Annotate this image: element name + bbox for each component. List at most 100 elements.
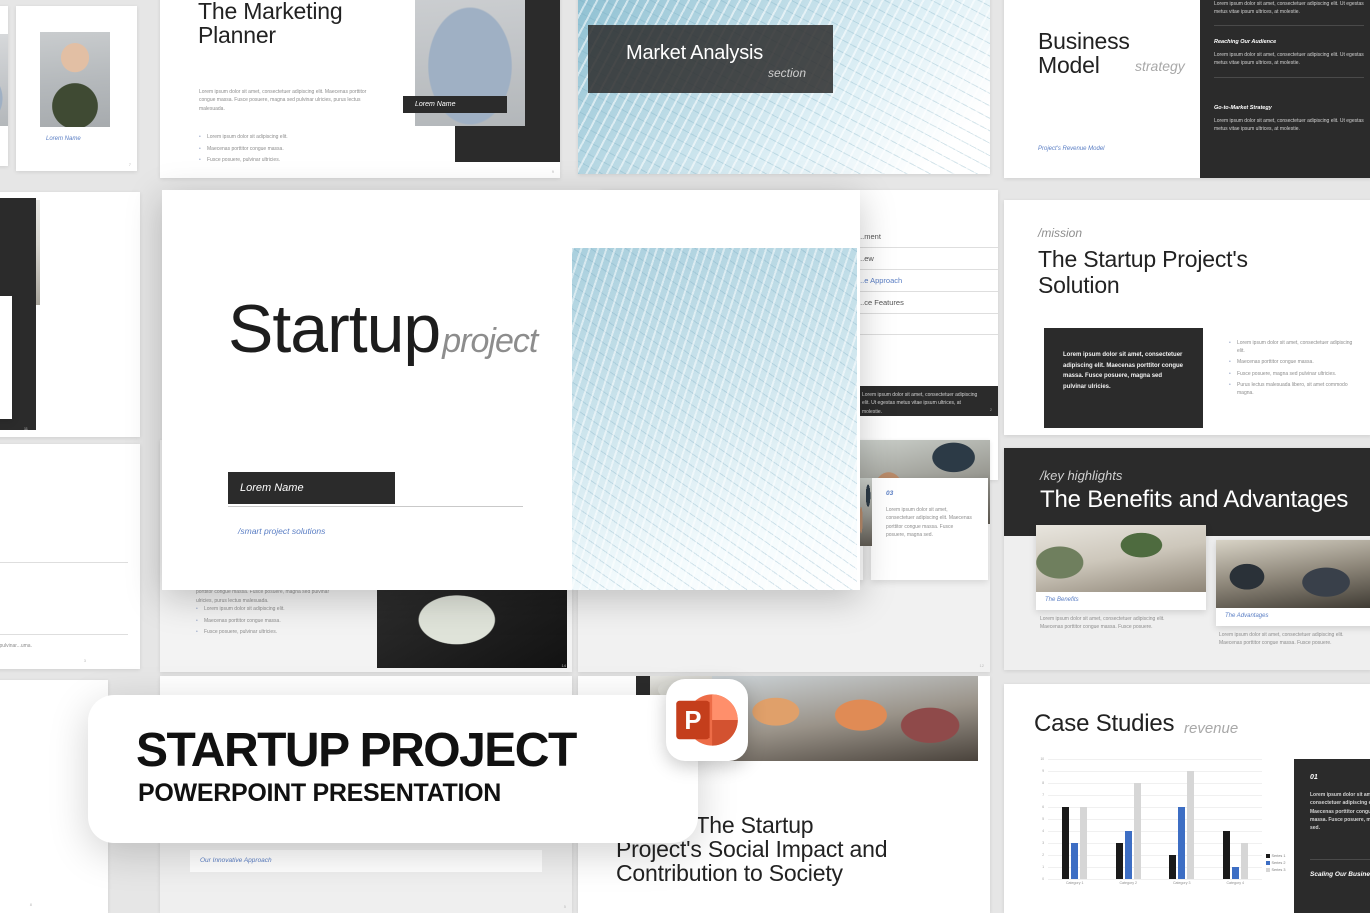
slide-key-highlights[interactable]: /key highlights The Benefits and Advanta… <box>1004 448 1370 670</box>
list-item: Purus lectus malesuada libero, sit amet … <box>1229 382 1354 397</box>
section-title: Market Analysis <box>626 42 764 64</box>
mission-eyebrow: /mission <box>1038 226 1083 240</box>
card-body: Lorem ipsum dolor sit amet, consectetuer… <box>886 507 972 538</box>
social-title-line3: Contribution to Society <box>616 860 843 886</box>
innovative-link-bar[interactable]: Our Innovative Approach <box>190 850 542 872</box>
business-item-body: Lorem ipsum dolor sit amet, consectetuer… <box>1214 52 1364 67</box>
slide-page-number: 14 <box>561 663 566 668</box>
team-name-label: Lorem Name <box>46 136 81 142</box>
left-line: ...s a tellus. <box>0 611 134 624</box>
list-item: Lorem ipsum dolor sit amet, consectetuer… <box>1229 340 1354 355</box>
toc-item[interactable]: ...ment <box>858 226 998 247</box>
chart-y-tick: 8 <box>1042 781 1044 785</box>
hero-title: Startupproject <box>228 290 538 368</box>
chart-plot-area <box>1048 759 1262 879</box>
list-item: Lorem ipsum dolor sit adipiscing elit. <box>199 134 379 142</box>
powerpoint-icon: P <box>666 679 748 761</box>
slide-team-partial-left[interactable] <box>0 6 8 166</box>
list-item: Maecenas porttitor congue massa. <box>196 618 366 626</box>
slide-page-number: 8 <box>29 902 32 907</box>
business-link[interactable]: Project's Revenue Model <box>1038 146 1105 152</box>
left-tail-text: ...congue massa. Fusce posuere, magna se… <box>0 643 32 649</box>
chart-bar <box>1071 843 1079 879</box>
slide-marketing-planner[interactable]: The Marketing Planner Lorem ipsum dolor … <box>160 0 560 178</box>
list-item: Maecenas porttitor congue massa. <box>1229 359 1354 367</box>
card-number: 03 <box>886 490 894 497</box>
legend-label: Series 2 <box>1271 861 1286 865</box>
benefits-text: Lorem ipsum dolor sit amet, consectetuer… <box>1040 616 1165 631</box>
chart-bar <box>1169 855 1177 879</box>
benefits-label: The Benefits <box>1045 597 1079 603</box>
toc-item[interactable]: ...ew <box>858 248 998 269</box>
divider <box>858 334 998 335</box>
chart-legend-item: Series 2 <box>1266 861 1285 865</box>
business-item-body: Lorem ipsum dolor sit amet, consectetuer… <box>1214 118 1364 133</box>
slide-overview-left[interactable]: ...rem ipsum dolor sit amet, ...nsectetu… <box>0 192 140 437</box>
legend-swatch <box>1266 861 1270 865</box>
hero-name-underline <box>228 506 523 507</box>
marketing-name-chip: Lorem Name <box>403 96 507 113</box>
business-item-heading: Go-to-Market Strategy <box>1214 105 1272 111</box>
chart-bar <box>1080 807 1088 879</box>
slide-text-left[interactable]: ...cing elit. Maecenas porttitor ...inar… <box>0 444 140 669</box>
chart-x-axis: Category 1 Category 2 Category 3 Category 4 <box>1048 881 1262 885</box>
banner-subtitle: POWERPOINT PRESENTATION <box>138 779 502 807</box>
slide-page-number: 12 <box>979 663 984 668</box>
toc-item-active[interactable]: ...e Approach <box>858 270 998 291</box>
chart-bar <box>1222 831 1230 879</box>
svg-text:P: P <box>684 707 701 735</box>
chart-y-tick: 10 <box>1040 757 1044 761</box>
slide-business-model[interactable]: Business Model strategy Project's Revenu… <box>1004 0 1370 178</box>
section-subtitle: section <box>768 66 807 80</box>
slide-page-number: 7 <box>128 162 131 167</box>
list-item: Fusce posuere, pulvinar ultricies. <box>199 157 379 165</box>
business-item-body: Lorem ipsum dolor sit amet, consectetuer… <box>1214 1 1364 16</box>
left-line: ...cing elit. Maecenas porttitor <box>0 572 134 585</box>
toc-list: ...ment ...ew ...e Approach ...ce Featur… <box>858 226 998 335</box>
slide-page-number: 5 <box>563 904 566 909</box>
business-dark-panel: Lorem ipsum dolor sit amet, consectetuer… <box>1200 0 1370 178</box>
team-photo-partial <box>0 34 8 126</box>
chart-y-tick: 5 <box>1042 817 1044 821</box>
chart-y-tick: 7 <box>1042 793 1044 797</box>
highlights-card-advantages[interactable]: The Advantages <box>1216 540 1370 626</box>
chart-legend-item: Series 1 <box>1266 854 1285 858</box>
divider <box>1310 859 1370 860</box>
case-studies-subtitle: revenue <box>1184 720 1239 737</box>
divider <box>858 313 998 314</box>
left-line: ...inar ultricies, purus lectus <box>0 585 134 598</box>
chart-y-tick: 1 <box>1042 865 1044 869</box>
legend-label: Series 1 <box>1271 854 1286 858</box>
left-text-block: ...cing elit. Maecenas porttitor ...inar… <box>0 572 134 650</box>
card-03[interactable]: 03 Lorem ipsum dolor sit amet, consectet… <box>871 478 988 580</box>
chart-y-axis: 10 9 8 7 6 5 4 3 2 1 0 <box>1032 757 1046 881</box>
mission-dark-text: Lorem ipsum dolor sit amet, consectetuer… <box>1063 352 1184 390</box>
highlights-card-benefits[interactable]: The Benefits <box>1036 525 1206 610</box>
slide-mission[interactable]: /mission The Startup Project's Solution … <box>1004 200 1370 435</box>
chart-bar <box>1124 831 1132 879</box>
chart-y-tick: 6 <box>1042 805 1044 809</box>
slide-case-studies[interactable]: Case Studies revenue 10 9 8 7 6 5 4 3 2 1 0 Catego… <box>1004 684 1370 913</box>
marketing-name-label: Lorem Name <box>415 101 456 108</box>
chart-bar-group <box>1222 759 1248 879</box>
divider <box>1214 25 1364 26</box>
slide-page-number: 3 <box>83 658 86 663</box>
chart-bar <box>1231 867 1239 879</box>
mission-title-line2: Solution <box>1038 272 1120 298</box>
revenue-bar-chart: 10 9 8 7 6 5 4 3 2 1 0 Category 1 Category 2 Categor… <box>1032 757 1262 894</box>
hero-name-label: Lorem Name <box>240 482 304 494</box>
product-banner: STARTUP PROJECT POWERPOINT PRESENTATION <box>88 695 698 843</box>
section-title-band: Market Analysis section <box>588 25 833 93</box>
chair-bullets: Lorem ipsum dolor sit adipiscing elit. M… <box>196 606 366 641</box>
chart-y-tick: 2 <box>1042 853 1044 857</box>
slide-market-analysis-section[interactable]: Market Analysis section <box>578 0 990 174</box>
presentation-preview-canvas: Lorem Name 7 The Marketing Planner Lorem… <box>0 0 1370 913</box>
slide-startup-project-cover[interactable]: Startupproject Lorem Name /smart project… <box>162 190 860 590</box>
chart-y-tick: 4 <box>1042 829 1044 833</box>
chart-legend: Series 1 Series 2 Series 3 <box>1266 854 1285 875</box>
advantages-photo <box>1216 540 1370 608</box>
chart-gridline <box>1048 879 1262 880</box>
slide-team[interactable]: Lorem Name 7 <box>16 6 137 171</box>
toc-item[interactable]: ...ce Features <box>858 292 998 313</box>
list-item: Maecenas porttitor congue massa. <box>199 146 379 154</box>
